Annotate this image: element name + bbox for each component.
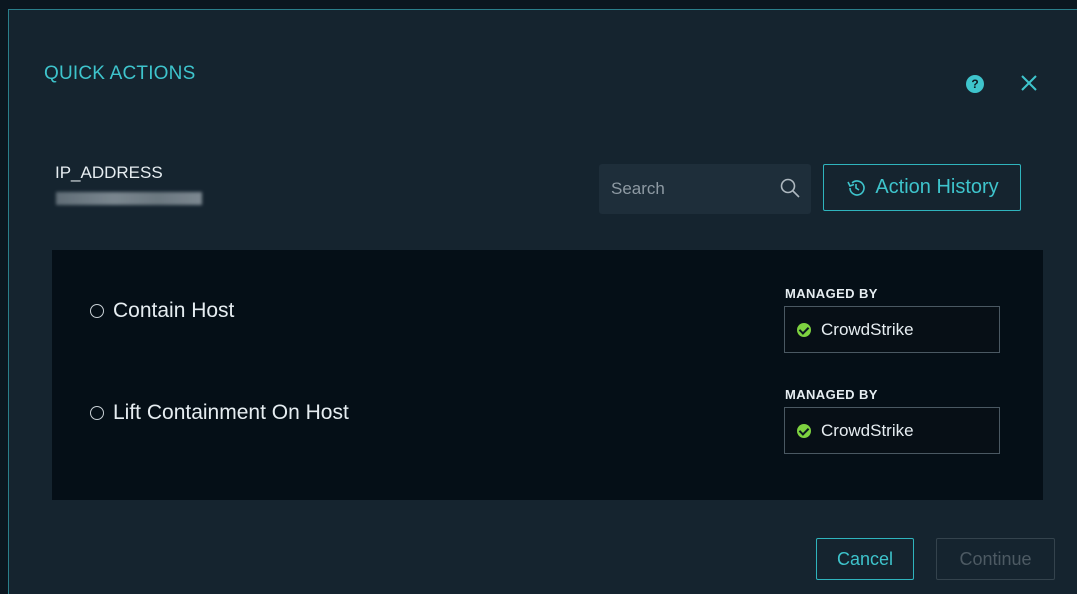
managed-by-field: CrowdStrike: [784, 407, 1000, 454]
action-history-label: Action History: [875, 176, 999, 198]
backdrop: [0, 0, 1077, 9]
ip-address-label: IP_ADDRESS: [55, 163, 163, 182]
check-circle-icon: [797, 322, 811, 337]
radio-button[interactable]: [90, 304, 104, 318]
check-circle-icon: [797, 423, 811, 438]
search-icon[interactable]: [779, 177, 801, 199]
ip-address-value-redacted: [56, 192, 202, 205]
managed-by-label: MANAGED BY: [785, 286, 878, 301]
managed-by-value: CrowdStrike: [821, 420, 914, 440]
search-input[interactable]: [599, 164, 769, 214]
actions-panel: [52, 250, 1043, 500]
action-history-button[interactable]: Action History: [823, 164, 1021, 211]
action-option-lift-containment[interactable]: Lift Containment On Host: [90, 401, 349, 425]
help-icon[interactable]: ?: [966, 75, 984, 93]
action-option-contain-host[interactable]: Contain Host: [90, 299, 234, 323]
action-label: Contain Host: [113, 299, 235, 322]
managed-by-field: CrowdStrike: [784, 306, 1000, 353]
backdrop-edge: [0, 0, 8, 594]
action-label: Lift Containment On Host: [113, 401, 349, 424]
close-icon[interactable]: [1018, 72, 1040, 94]
managed-by-label: MANAGED BY: [785, 387, 878, 402]
radio-button[interactable]: [90, 406, 104, 420]
history-icon: [847, 179, 866, 196]
cancel-button[interactable]: Cancel: [816, 538, 914, 580]
managed-by-value: CrowdStrike: [821, 319, 914, 339]
continue-button[interactable]: Continue: [936, 538, 1055, 580]
screen: QUICK ACTIONS ? IP_ADDRESS Action Histor…: [0, 0, 1077, 594]
dialog-title: QUICK ACTIONS: [44, 63, 196, 84]
